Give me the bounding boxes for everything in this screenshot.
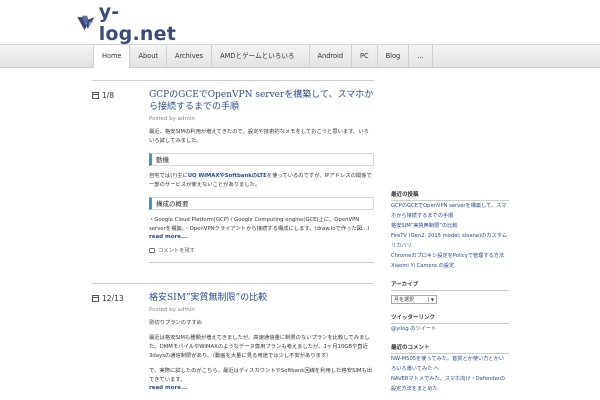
post-intro: 最近、格安SIMの利用が増えてきたので、設定や技術的なメモをしておこうと思います… <box>149 129 369 144</box>
recent-comment-link[interactable]: NAVERマトメでみた、スマホ向け・Defenderの設定方法をまとめた <box>391 374 509 394</box>
nav-bar: Home About Archives AMDとゲームといろいろ Android… <box>0 44 600 68</box>
post-date: 1/8 <box>92 91 114 100</box>
post-lead: 別切りプランのすすめ <box>149 320 202 326</box>
recent-post-link[interactable]: Chromeのプロキシ設定をPolicyで管理する方法 <box>391 251 509 261</box>
nav-android[interactable]: Android <box>308 45 352 67</box>
comment-label: コメントを残す <box>158 248 196 254</box>
post-paragraph: 自宅では(?)主にUQ WiMAXやSoftbankのLTEを使っているのですが… <box>149 172 374 190</box>
chevron-down-icon: ▼ <box>427 297 434 302</box>
sidebar-heading-archive: アーカイブ <box>391 280 509 291</box>
recent-post-link[interactable]: GCPのGCEでOpenVPN serverを構築して、スマホから接続するまでの… <box>391 201 509 221</box>
highlight-text: UQ WiMAXやSoftbankのLTE <box>187 173 267 179</box>
post-meta: Posted by admin <box>149 307 195 313</box>
recent-post-link[interactable]: Xiaomi Yi Camera の設定 <box>391 261 509 271</box>
calendar-icon <box>92 92 99 99</box>
sidebar-heading-comments: 最近のコメント <box>391 343 509 354</box>
text-span: 自宅では(?)主に <box>149 173 188 179</box>
post: 1/8 GCPのGCEでOpenVPN serverを構築して、スマホから接続す… <box>92 80 374 263</box>
comment-link[interactable]: コメントを残す <box>149 246 374 263</box>
nav-pc[interactable]: PC <box>351 45 377 67</box>
nav-more[interactable]: ... <box>408 45 433 67</box>
post-paragraph: で、実際に試したのがこちら。最近はディスカウントやSoftbank回線を利用した… <box>149 368 373 383</box>
post: 12/13 格安SIM”実質無制限”の比較 Posted by admin 別切… <box>92 283 374 391</box>
nav-about[interactable]: About <box>129 45 166 67</box>
sidebar-heading-twitter: ツイッターリンク <box>391 313 509 324</box>
post-title[interactable]: GCPのGCEでOpenVPN serverを構築して、スマホから接続するまでの… <box>149 89 374 113</box>
nav-amd[interactable]: AMDとゲームといろいろ <box>211 45 302 67</box>
read-more-link[interactable]: read more... <box>149 234 374 240</box>
nav-home[interactable]: Home <box>93 44 130 68</box>
comment-icon <box>149 247 155 253</box>
twitter-link[interactable]: @yilog のツイート <box>391 324 509 334</box>
post-title[interactable]: 格安SIM”実質無制限”の比較 <box>149 292 374 304</box>
post-date: 12/13 <box>92 294 124 303</box>
sidebar: 最近の投稿 GCPのGCEでOpenVPN serverを構築して、スマホから接… <box>391 190 509 394</box>
post-body: GCPのGCEでOpenVPN serverを構築して、スマホから接続するまでの… <box>149 89 374 263</box>
post-date-text: 1/8 <box>102 91 115 100</box>
archive-dropdown-value: 月を選択 <box>394 297 415 303</box>
main-content: 1/8 GCPのGCEでOpenVPN serverを構築して、スマホから接続す… <box>92 80 374 391</box>
archive-dropdown[interactable]: 月を選択 ▼ <box>391 295 437 304</box>
read-more-link[interactable]: read more... <box>149 385 374 391</box>
post-body: 格安SIM”実質無制限”の比較 Posted by admin 別切りプランのす… <box>149 292 374 391</box>
site-header: y-log.net <box>0 0 600 45</box>
calendar-icon <box>92 295 99 302</box>
sidebar-heading-recent: 最近の投稿 <box>391 190 509 201</box>
post-meta: Posted by admin <box>149 116 195 122</box>
recent-post-link[interactable]: FireTV (Gen2, 2015 model; sloane)のカスタムリカ… <box>391 231 509 251</box>
main-nav: Home About Archives AMDとゲームといろいろ Android… <box>93 44 433 68</box>
post-paragraph: 最近は格安SIMも種類が増えてきましたが、高速通信量に制限のないプランを比較して… <box>149 335 370 359</box>
section-heading: 動機 <box>149 153 374 166</box>
nav-archives[interactable]: Archives <box>165 45 211 67</box>
site-logo[interactable]: y-log.net <box>76 1 176 45</box>
recent-post-link[interactable]: 格安SIM”実質無制限”の比較 <box>391 221 509 231</box>
section-heading: 構成の概要 <box>149 197 374 210</box>
logo-icon <box>77 15 95 31</box>
post-paragraph: ・Google Cloud Platform(GCP) / Google Com… <box>149 217 370 232</box>
post-date-text: 12/13 <box>102 294 124 303</box>
site-name: y-log.net <box>98 1 176 45</box>
recent-comment-link[interactable]: NW-M505を使ってみた。音質とか使い方とかいろいろ書いてみた へ <box>391 354 509 374</box>
nav-blog[interactable]: Blog <box>376 45 409 67</box>
